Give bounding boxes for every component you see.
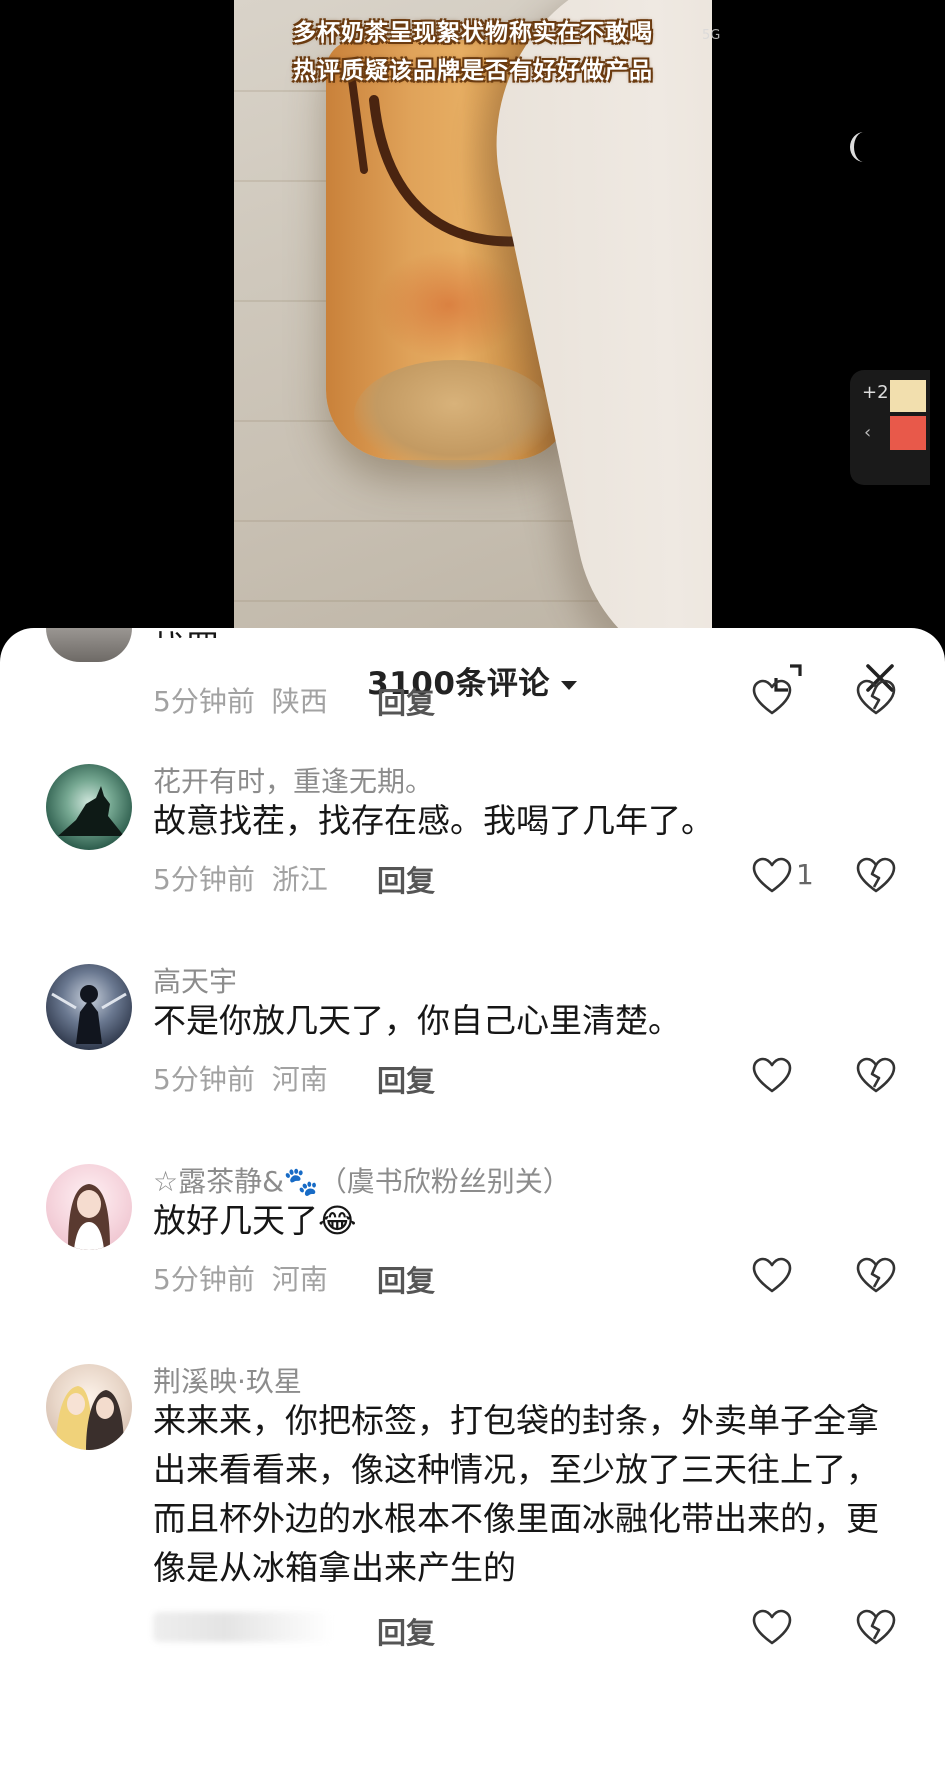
- comment-location: 河南: [271, 1263, 328, 1296]
- heart-icon[interactable]: [752, 678, 792, 718]
- reply-button[interactable]: 回复: [377, 1058, 435, 1100]
- comment-time: 5分钟前: [153, 1263, 255, 1296]
- anime-avatar-icon: [56, 1386, 124, 1450]
- reply-button[interactable]: 回复: [377, 1610, 435, 1652]
- chevron-left-icon[interactable]: ‹: [864, 422, 871, 443]
- reply-button[interactable]: 回复: [377, 1258, 435, 1300]
- comment-time: 5分钟前: [153, 863, 255, 896]
- girl-avatar-icon: [68, 1184, 110, 1250]
- comment-meta: 5分钟前 陕西: [153, 680, 328, 720]
- video-player[interactable]: 多杯奶茶呈现絮状物称实在不敢喝 热评质疑该品牌是否有好好做产品 5G +2 ‹: [0, 0, 945, 640]
- caption-line-2: 热评质疑该品牌是否有好好做产品: [293, 58, 653, 84]
- broken-heart-icon[interactable]: [856, 856, 896, 896]
- comment-time: 5分钟前: [153, 685, 255, 718]
- comment-location: 河南: [271, 1063, 328, 1096]
- comment-username[interactable]: 荆溪映·玖星: [153, 1360, 302, 1400]
- heart-icon[interactable]: [752, 1608, 792, 1648]
- comment-username[interactable]: ☆露茶静&🐾（虞书欣粉丝别关）: [153, 1160, 571, 1200]
- comment-sheet[interactable]: 3100条评论 找罪 5分钟前 陕西 回复: [0, 628, 945, 1785]
- comment-meta: 5分钟前 浙江: [153, 858, 328, 898]
- heart-icon[interactable]: [752, 856, 792, 896]
- avatar[interactable]: [46, 1164, 132, 1250]
- cup-bottom: [354, 360, 554, 470]
- comment-location: 陕西: [271, 685, 328, 718]
- side-panel[interactable]: +2 ‹: [850, 370, 930, 485]
- heart-icon[interactable]: [752, 1256, 792, 1296]
- caret-down-icon[interactable]: [560, 680, 578, 692]
- comment-meta: 5分钟前 河南: [153, 1058, 328, 1098]
- avatar[interactable]: [46, 1364, 132, 1450]
- comment-text: 找罪: [153, 628, 893, 638]
- comment-text: 放好几天了😂: [153, 1201, 357, 1240]
- wolf-silhouette-icon: [58, 786, 124, 836]
- side-badge: +2: [862, 382, 889, 403]
- figure-avatar-icon: [51, 985, 127, 1044]
- avatar[interactable]: [46, 764, 132, 850]
- heart-icon[interactable]: [752, 1056, 792, 1096]
- reply-button[interactable]: 回复: [377, 858, 435, 900]
- comment-text: 不是你放几天了，你自己心里清楚。: [153, 1001, 681, 1040]
- video-caption: 多杯奶茶呈现絮状物称实在不敢喝 热评质疑该品牌是否有好好做产品: [234, 14, 712, 90]
- comment-text: 故意找茬，找存在感。我喝了几年了。: [153, 801, 714, 840]
- video-frame[interactable]: [234, 0, 712, 640]
- comment-meta: 5分钟前 河南: [153, 1258, 328, 1298]
- comment-username[interactable]: 高天宇: [153, 960, 237, 1000]
- moon-icon[interactable]: [846, 130, 870, 164]
- like-count: 1: [796, 858, 814, 891]
- signal-badge: 5G: [702, 28, 721, 43]
- broken-heart-icon[interactable]: [856, 678, 896, 718]
- comment-time: 5分钟前: [153, 1063, 255, 1096]
- comment-username[interactable]: 花开有时，重逢无期。: [153, 760, 433, 800]
- comment-sheet-header: 3100条评论: [0, 628, 945, 726]
- comment-location: 浙江: [271, 863, 328, 896]
- broken-heart-icon[interactable]: [856, 1256, 896, 1296]
- side-thumbnail-top[interactable]: [890, 380, 926, 412]
- broken-heart-icon[interactable]: [856, 1056, 896, 1096]
- broken-heart-icon[interactable]: [856, 1608, 896, 1648]
- side-thumbnail-bottom[interactable]: [890, 416, 926, 450]
- caption-line-1: 多杯奶茶呈现絮状物称实在不敢喝: [293, 20, 653, 46]
- comment-text: 来来来，你把标签，打包袋的封条，外卖单子全拿出来看看来，像这种情况，至少放了三天…: [153, 1401, 879, 1587]
- reply-button[interactable]: 回复: [377, 680, 435, 722]
- avatar[interactable]: [46, 964, 132, 1050]
- blurred-meta: [153, 1612, 333, 1642]
